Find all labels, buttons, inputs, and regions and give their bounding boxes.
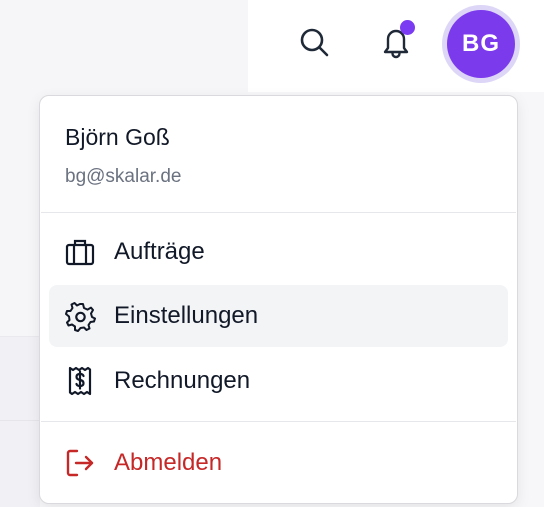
menu-item-label: Einstellungen [114,302,259,329]
menu-item-settings[interactable]: Einstellungen [49,285,508,347]
search-icon [300,28,329,57]
user-name: Björn Goß [65,124,170,150]
menu-item-label: Rechnungen [114,367,251,394]
content-divider [0,420,40,421]
search-button[interactable] [294,22,334,62]
menu-item-orders[interactable]: Aufträge [49,221,508,283]
menu-divider [41,421,516,422]
receipt-icon [63,364,97,398]
lower-content-area [0,336,40,507]
notification-badge [400,20,415,35]
menu-item-label: Aufträge [114,238,205,265]
gear-icon [63,299,97,333]
logout-button[interactable]: Abmelden [49,432,508,494]
avatar-initials: BG [447,10,515,78]
logout-label: Abmelden [114,449,223,476]
briefcase-icon [63,235,97,269]
avatar[interactable]: BG [442,5,520,83]
menu-divider [41,212,516,213]
logout-icon [63,446,97,480]
menu-item-invoices[interactable]: Rechnungen [49,350,508,412]
user-dropdown-menu: Björn Goß bg@skalar.de Aufträge Einstell… [39,95,518,504]
user-email: bg@skalar.de [65,166,182,187]
